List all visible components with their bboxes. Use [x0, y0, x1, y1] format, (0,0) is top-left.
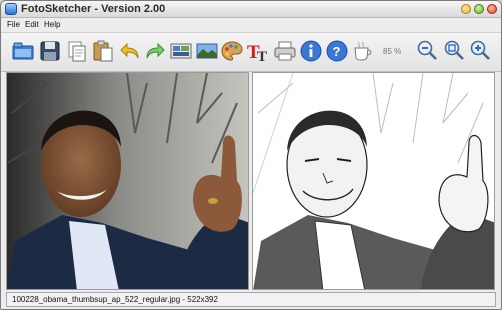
coffee-icon: [354, 41, 372, 61]
zoom-in-icon: [470, 40, 490, 60]
copy-icon: [68, 41, 86, 62]
original-image-panel[interactable]: [6, 72, 249, 290]
print-button[interactable]: [273, 39, 297, 63]
status-filename: 100228_obama_thumbsup_ap_522_regular.jpg…: [12, 295, 218, 304]
title-bar[interactable]: FotoSketcher - Version 2.00: [1, 1, 501, 18]
menu-file[interactable]: File: [7, 18, 20, 31]
app-window: FotoSketcher - Version 2.00 File Edit He…: [0, 0, 502, 310]
minimize-button[interactable]: [461, 4, 471, 14]
open-icon: [12, 42, 34, 60]
coffee-button[interactable]: [351, 39, 375, 63]
save-button[interactable]: [38, 39, 62, 63]
redo-button[interactable]: [143, 39, 167, 63]
status-bar: 100228_obama_thumbsup_ap_522_regular.jpg…: [6, 292, 496, 307]
info-button[interactable]: [299, 39, 323, 63]
zoom-in-button[interactable]: [468, 39, 492, 63]
original-photo: [7, 73, 248, 289]
original-image-button[interactable]: [169, 39, 193, 63]
copy-button[interactable]: [65, 39, 89, 63]
info-icon: [300, 40, 322, 62]
sketch-image-button[interactable]: [195, 39, 219, 63]
undo-button[interactable]: [118, 39, 142, 63]
text-button[interactable]: T T: [246, 39, 270, 65]
zoom-fit-button[interactable]: [442, 39, 466, 63]
window-title: FotoSketcher - Version 2.00: [21, 3, 166, 15]
print-icon: [274, 41, 296, 61]
open-button[interactable]: [11, 39, 35, 63]
app-icon: [5, 3, 17, 15]
close-button[interactable]: [487, 4, 497, 14]
original-image-icon: [170, 43, 192, 59]
paste-button[interactable]: [91, 39, 115, 63]
save-icon: [40, 41, 60, 61]
svg-text:?: ?: [333, 44, 341, 59]
maximize-button[interactable]: [474, 4, 484, 14]
zoom-level: 85 %: [383, 47, 402, 56]
undo-icon: [120, 42, 139, 59]
svg-text:T: T: [257, 49, 267, 63]
help-icon: ?: [326, 40, 348, 62]
zoom-out-button[interactable]: [415, 39, 439, 63]
menu-help[interactable]: Help: [44, 18, 60, 31]
sketch-image-panel[interactable]: [252, 72, 495, 290]
sketch-photo: [253, 73, 494, 289]
zoom-fit-icon: [444, 40, 464, 60]
palette-icon: [221, 41, 243, 61]
menu-edit[interactable]: Edit: [25, 18, 39, 31]
text-icon: T T: [247, 42, 267, 65]
menu-bar: File Edit Help: [1, 18, 501, 31]
paste-icon: [93, 40, 113, 62]
help-button[interactable]: ?: [325, 39, 349, 63]
palette-button[interactable]: [220, 39, 244, 63]
toolbar: T T ? 85 %: [1, 32, 501, 72]
zoom-out-icon: [417, 40, 437, 60]
redo-icon: [146, 42, 165, 59]
sketch-image-icon: [196, 43, 218, 59]
